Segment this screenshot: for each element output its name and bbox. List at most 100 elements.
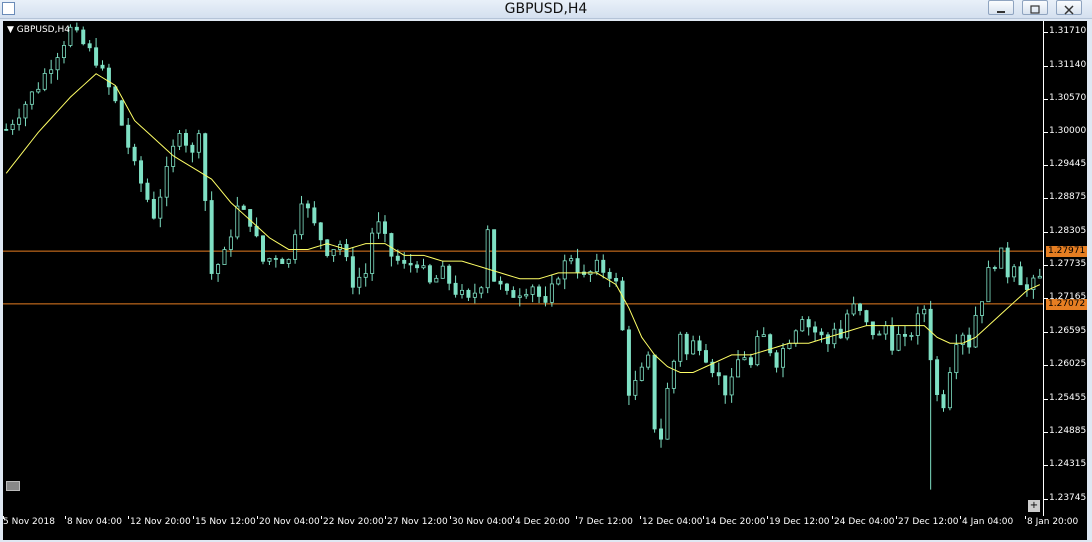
price-tick-mark	[1044, 164, 1048, 166]
time-tick-mark	[513, 516, 514, 519]
candle	[485, 225, 490, 294]
candle	[781, 343, 786, 378]
candle	[132, 143, 137, 166]
time-tick-label: 8 Nov 04:00	[67, 517, 122, 527]
candle	[524, 288, 529, 299]
candle	[902, 325, 907, 347]
candle	[10, 119, 15, 135]
time-tick-mark	[321, 516, 322, 519]
candle	[222, 246, 227, 265]
price-tick-mark	[1044, 431, 1048, 433]
price-tick-label: 1.27735	[1049, 258, 1087, 269]
scroll-thumb[interactable]	[6, 481, 20, 491]
candle	[158, 189, 163, 228]
candle	[1012, 264, 1017, 282]
candle	[742, 351, 747, 361]
candle	[466, 288, 471, 301]
candle	[49, 59, 54, 84]
candle	[755, 330, 760, 367]
candle	[1037, 268, 1042, 279]
close-button[interactable]	[1056, 0, 1082, 15]
candle	[581, 264, 586, 278]
price-tick-mark	[1044, 398, 1048, 400]
candle	[980, 301, 985, 324]
price-tick-label: 1.24315	[1049, 459, 1087, 470]
candle	[472, 283, 477, 304]
candle	[575, 248, 580, 279]
candle	[408, 254, 413, 273]
time-tick-label: 20 Nov 04:00	[259, 517, 320, 527]
candle	[646, 351, 651, 370]
price-tick-mark	[1044, 331, 1048, 333]
horizontal-line-price-badge: 1.27072	[1046, 298, 1088, 310]
candle	[42, 68, 47, 92]
horizontal-line-price-badge: 1.27971	[1046, 246, 1088, 258]
window-border	[1087, 21, 1092, 540]
symbol-label[interactable]: ▼ GBPUSD,H4	[7, 25, 70, 35]
candle	[370, 227, 375, 281]
candle	[440, 260, 445, 279]
price-tick-label: 1.30570	[1049, 92, 1087, 103]
candle	[344, 238, 349, 262]
candle	[61, 41, 66, 64]
candle	[652, 354, 657, 433]
candle	[768, 333, 773, 357]
candle	[787, 339, 792, 350]
candle	[363, 263, 368, 287]
candle	[460, 284, 465, 299]
candle	[941, 389, 946, 412]
candle	[774, 350, 779, 373]
time-tick-mark	[65, 516, 66, 519]
candle	[235, 196, 240, 240]
window-title: GBPUSD,H4	[504, 1, 588, 17]
candle	[177, 130, 182, 151]
candle	[376, 212, 381, 239]
restore-button[interactable]	[1022, 0, 1048, 15]
candle	[23, 101, 28, 127]
price-tick-label: 1.25455	[1049, 392, 1087, 403]
candle	[864, 309, 869, 327]
window-titlebar: GBPUSD,H4	[0, 0, 1092, 19]
zoom-plus-button[interactable]: +	[1028, 500, 1040, 512]
candle	[813, 321, 818, 342]
time-axis[interactable]: 5 Nov 2018 8 Nov 04:00 12 Nov 20:00 15 Nov …	[3, 516, 1087, 540]
chart-area[interactable]: ▼ GBPUSD,H4 1.31710 1.31140 1.30570 1.30000…	[3, 21, 1088, 516]
candle	[94, 37, 99, 68]
candle	[858, 302, 863, 316]
candle	[382, 215, 387, 243]
minimize-button[interactable]	[988, 0, 1014, 15]
time-tick-label: 12 Dec 04:00	[642, 517, 703, 527]
candle	[29, 91, 34, 110]
candle	[325, 239, 330, 258]
candle	[190, 142, 195, 163]
candle	[922, 305, 927, 323]
price-tick-label: 1.29445	[1049, 158, 1087, 169]
time-tick-label: 27 Dec 12:00	[898, 517, 959, 527]
candle	[607, 268, 612, 288]
candle	[479, 286, 484, 299]
price-tick-label: 1.23745	[1049, 492, 1087, 503]
restore-icon	[1030, 5, 1040, 14]
symbol-label-text: GBPUSD,H4	[16, 25, 70, 35]
candle	[145, 178, 150, 203]
candle	[569, 254, 574, 265]
candle	[935, 356, 940, 402]
price-tick-mark	[1044, 498, 1048, 500]
candle	[716, 362, 721, 386]
candle	[556, 276, 561, 286]
candle	[665, 382, 670, 440]
price-tick-mark	[1044, 198, 1048, 200]
time-tick-mark	[896, 516, 897, 519]
price-axis[interactable]: 1.31710 1.31140 1.30570 1.30000 1.29445 1.288…	[1043, 21, 1088, 516]
price-chart[interactable]	[3, 21, 1043, 516]
time-tick-label: 7 Dec 12:00	[578, 517, 633, 527]
candle	[498, 276, 503, 290]
candle	[819, 328, 824, 343]
price-tick-mark	[1044, 65, 1048, 67]
time-tick-mark	[450, 516, 451, 519]
candle	[1005, 242, 1010, 284]
price-tick-mark	[1044, 132, 1048, 134]
dropdown-triangle-icon: ▼	[7, 25, 17, 35]
time-tick-label: 4 Jan 04:00	[962, 517, 1014, 527]
price-tick-label: 1.30000	[1049, 126, 1087, 137]
